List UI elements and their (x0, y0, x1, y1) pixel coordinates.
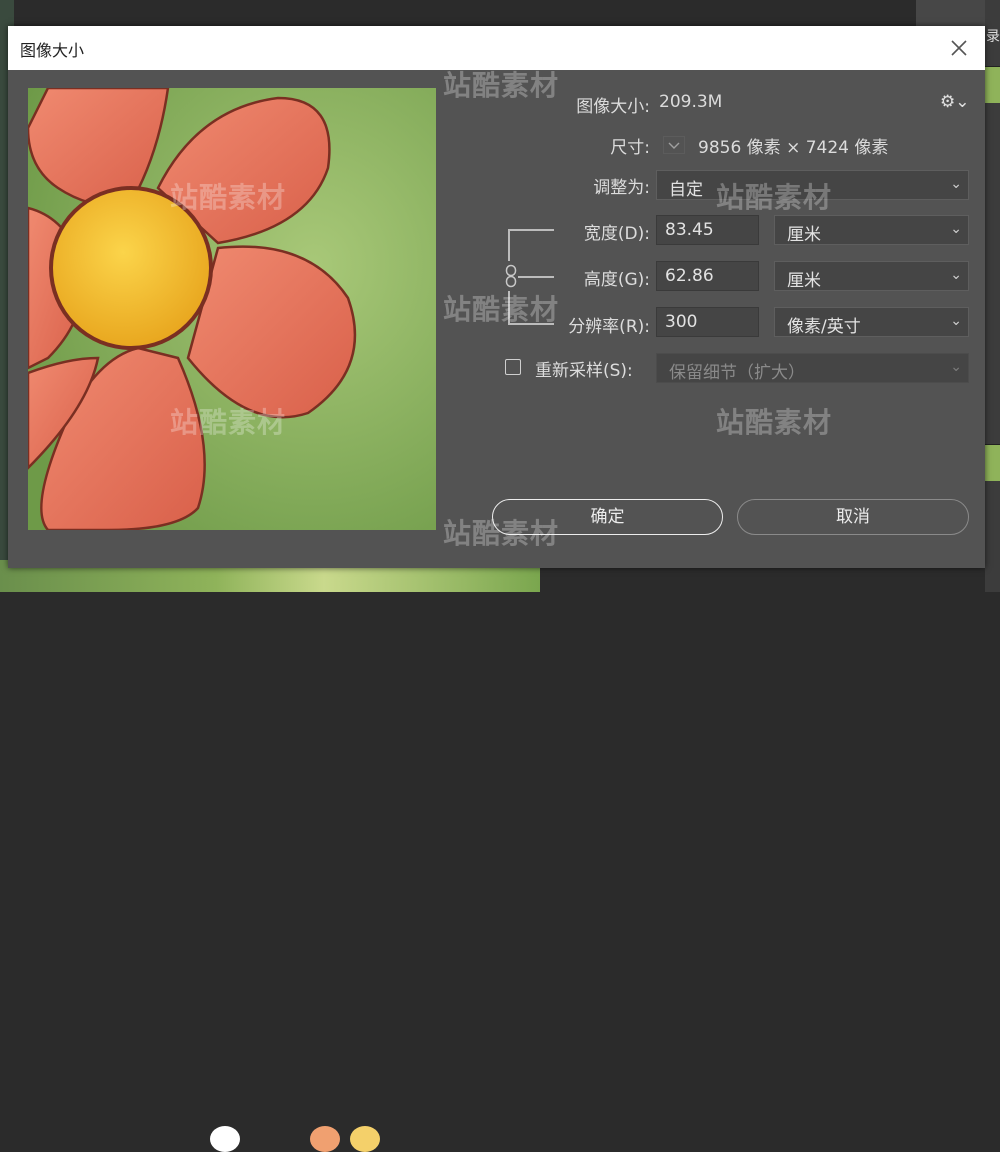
gear-icon[interactable]: ⚙⌄ (940, 92, 969, 112)
height-label: 高度(G): (583, 270, 650, 290)
image-size-value: 209.3M (659, 92, 723, 112)
resolution-input[interactable]: 300 (656, 307, 759, 337)
resample-label: 重新采样(S): (535, 361, 633, 381)
dialog-titlebar: 图像大小 (8, 26, 985, 70)
image-preview[interactable] (28, 88, 436, 530)
chevron-down-icon: ⌄ (950, 267, 962, 283)
width-unit-select[interactable]: 厘米 ⌄ (774, 215, 969, 245)
constrain-proportions-bracket-vertical (508, 229, 510, 261)
dialog-title: 图像大小 (20, 41, 85, 60)
width-input[interactable]: 83.45 (656, 215, 759, 245)
fit-to-label: 调整为: (593, 178, 650, 198)
cancel-button[interactable]: 取消 (737, 499, 969, 535)
background-panel-text: 录 (986, 29, 1000, 45)
background-layers-panel (985, 0, 1000, 592)
chevron-down-icon: ⌄ (950, 313, 962, 329)
chevron-down-icon[interactable] (663, 136, 685, 154)
dimensions-value: 9856 像素 × 7424 像素 (698, 138, 889, 158)
resolution-unit-value: 像素/英寸 (787, 317, 861, 337)
fit-to-value: 自定 (669, 180, 703, 200)
constrain-proportions-bracket-bottom-vertical (508, 291, 510, 325)
height-unit-value: 厘米 (787, 271, 821, 291)
constrain-proportions-bracket-middle (518, 276, 554, 278)
close-icon[interactable] (947, 36, 971, 60)
constrain-proportions-bracket (508, 229, 554, 231)
chevron-down-icon: ⌄ (950, 221, 962, 237)
image-size-label: 图像大小: (576, 97, 650, 117)
resample-method-value: 保留细节（扩大） (669, 363, 805, 383)
fit-to-select[interactable]: 自定 ⌄ (656, 170, 969, 200)
resample-checkbox[interactable] (505, 359, 521, 375)
constrain-proportions-bracket-bottom (508, 323, 554, 325)
resolution-unit-select[interactable]: 像素/英寸 ⌄ (774, 307, 969, 337)
height-unit-select[interactable]: 厘米 ⌄ (774, 261, 969, 291)
link-icon[interactable] (505, 264, 517, 288)
resolution-label: 分辨率(R): (568, 317, 650, 337)
resample-method-select[interactable]: 保留细节（扩大） ⌄ (656, 353, 969, 383)
height-input[interactable]: 62.86 (656, 261, 759, 291)
image-size-dialog: 图像大小 图像大小: 209.3M ⚙⌄ 尺寸: 9856 像素 × 7424 … (8, 26, 985, 568)
width-unit-value: 厘米 (787, 225, 821, 245)
background-toolbar-strip (916, 0, 985, 26)
chevron-down-icon: ⌄ (950, 359, 962, 375)
ok-button[interactable]: 确定 (492, 499, 723, 535)
dimensions-label: 尺寸: (610, 138, 650, 158)
chevron-down-icon: ⌄ (950, 176, 962, 192)
width-label: 宽度(D): (583, 224, 650, 244)
